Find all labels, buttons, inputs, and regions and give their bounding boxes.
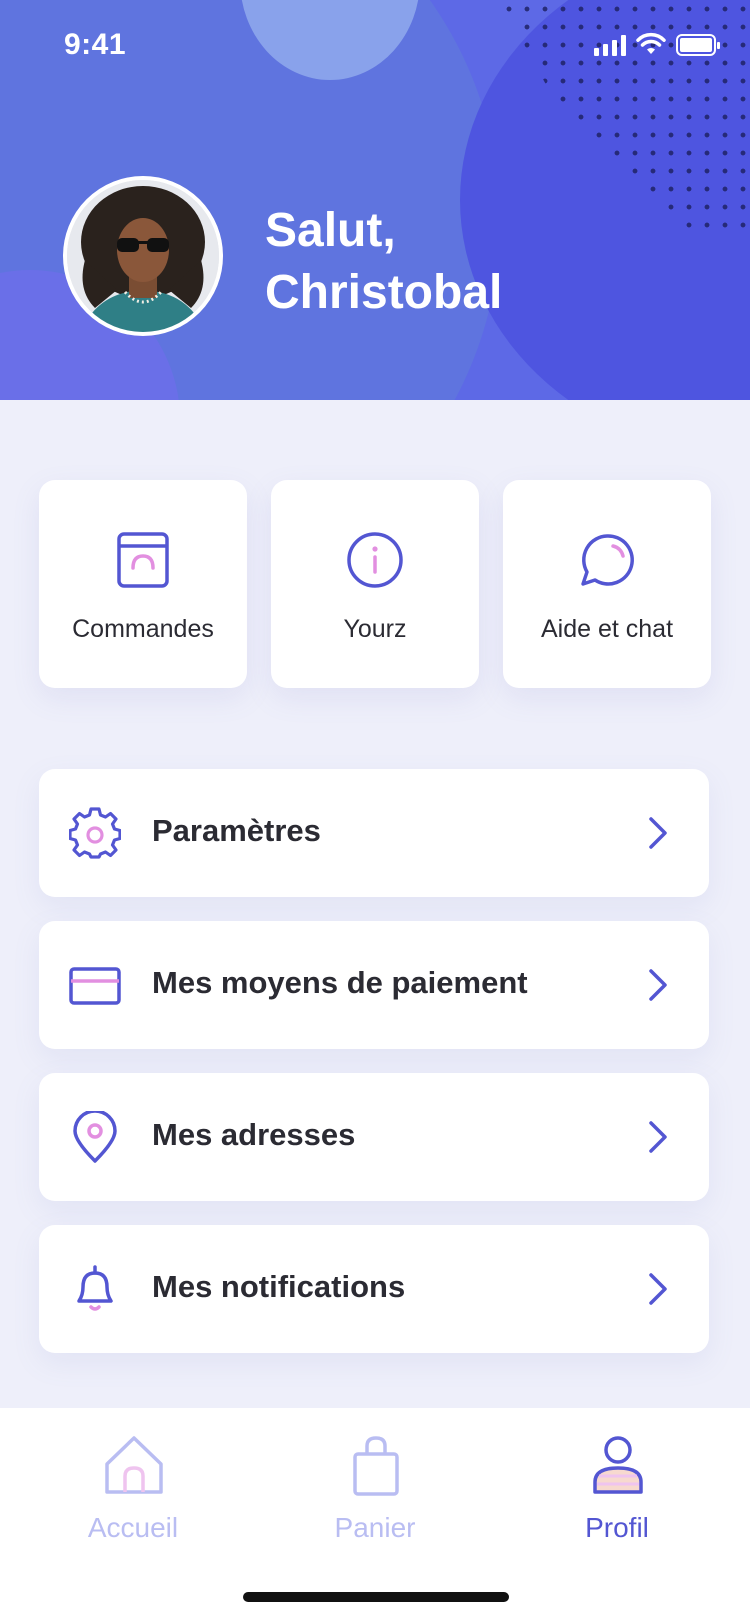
avatar-photo	[67, 180, 219, 332]
tab-label: Panier	[334, 1512, 416, 1543]
chevron-right-icon	[649, 1121, 667, 1153]
tab-label: Accueil	[87, 1512, 179, 1543]
menu-item-parametres[interactable]: Paramètres	[39, 769, 709, 897]
credit-card-icon	[69, 967, 121, 1005]
order-box-icon	[117, 532, 169, 588]
shopping-bag-icon	[353, 1436, 399, 1496]
quick-action-label: Aide et chat	[540, 615, 674, 643]
info-icon	[347, 532, 403, 588]
chevron-right-icon	[649, 1273, 667, 1305]
location-pin-icon	[73, 1111, 117, 1163]
cellular-signal-icon	[594, 34, 626, 56]
tab-label: Profil	[585, 1512, 649, 1543]
chevron-right-icon	[649, 969, 667, 1001]
menu-item-paiement[interactable]: Mes moyens de paiement	[39, 921, 709, 1049]
status-bar: 9:41	[0, 0, 750, 90]
quick-action-label: Commandes	[72, 615, 214, 643]
user-icon	[593, 1436, 643, 1494]
menu-item-notifications[interactable]: Mes notifications	[39, 1225, 709, 1353]
gear-icon	[69, 807, 121, 859]
home-indicator	[243, 1592, 509, 1602]
quick-action-commandes[interactable]: Commandes	[39, 480, 247, 688]
greeting-line-1: Salut,	[265, 204, 396, 257]
tab-accueil[interactable]: Accueil	[8, 1408, 258, 1548]
chat-bubble-icon	[581, 534, 634, 586]
bell-icon	[77, 1265, 113, 1311]
menu-item-label: Mes adresses	[152, 1117, 356, 1152]
home-icon	[105, 1436, 163, 1494]
menu-item-label: Paramètres	[152, 813, 321, 848]
battery-icon	[676, 34, 720, 56]
user-name: Christobal	[265, 266, 503, 319]
profile-header: 9:41 Salut, Christobal	[0, 0, 750, 400]
tab-profil[interactable]: Profil	[492, 1408, 742, 1548]
quick-action-label: Yourz	[343, 615, 407, 643]
menu-item-label: Mes notifications	[152, 1269, 406, 1304]
quick-action-yourz[interactable]: Yourz	[271, 480, 479, 688]
quick-action-aide-chat[interactable]: Aide et chat	[503, 480, 711, 688]
status-icons	[594, 32, 720, 56]
tab-panier[interactable]: Panier	[250, 1408, 500, 1548]
menu-item-adresses[interactable]: Mes adresses	[39, 1073, 709, 1201]
greeting: Salut, Christobal	[265, 200, 502, 324]
status-time: 9:41	[64, 28, 127, 61]
menu-item-label: Mes moyens de paiement	[152, 965, 528, 1000]
avatar[interactable]	[63, 176, 223, 336]
wifi-icon	[636, 32, 666, 54]
chevron-right-icon	[649, 817, 667, 849]
